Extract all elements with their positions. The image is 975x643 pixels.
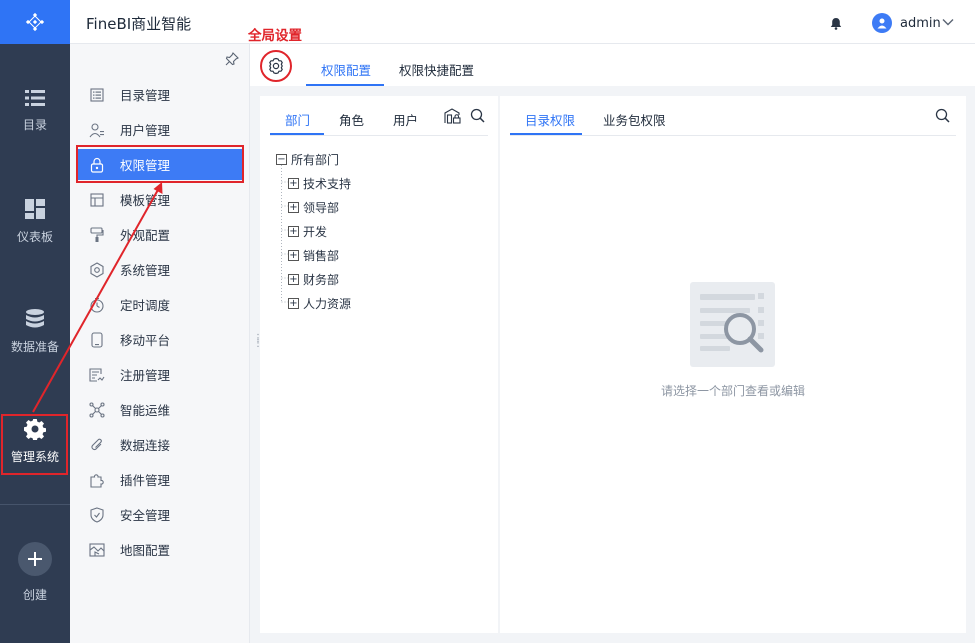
tab-department[interactable]: 部门 (285, 110, 310, 129)
search-icon[interactable] (470, 108, 485, 123)
expand-icon[interactable]: + (288, 250, 299, 261)
resize-handle[interactable]: ⋮⋮ (253, 334, 263, 349)
tab-catalog-permission[interactable]: 目录权限 (525, 110, 575, 129)
tree-node[interactable]: + 销售部 (288, 247, 339, 264)
tree-node-label: 技术支持 (303, 177, 352, 191)
department-panel: 部门 角色 用户 − 所有部门 + 技术支持 + 领导部 + 开发 + 销售部 + 财务部… (260, 96, 498, 633)
tree-node-label: 财务部 (303, 273, 340, 287)
empty-state-icon (690, 282, 775, 367)
empty-state-hint: 请选择一个部门查看或编辑 (660, 384, 805, 398)
tree-node-label: 开发 (303, 225, 328, 239)
divider (510, 135, 956, 136)
expand-icon[interactable]: + (288, 274, 299, 285)
tree-node[interactable]: + 财务部 (288, 271, 339, 288)
tab-permission-quick-config[interactable]: 权限快捷配置 (399, 60, 474, 79)
tree-node-label: 所有部门 (291, 153, 340, 167)
tree-node[interactable]: + 领导部 (288, 199, 339, 216)
tree-node-label: 销售部 (303, 249, 340, 263)
app-root: 目录 仪表板 数据准备 管理系统 创建 FineBI商业智能 admin 全局设… (0, 0, 975, 643)
tab-permission-config[interactable]: 权限配置 (321, 60, 371, 79)
permission-panel: 目录权限 业务包权限 请选择一个部门查看或编辑 (500, 96, 966, 633)
tree-node[interactable]: + 开发 (288, 223, 327, 240)
main-tabbar: 权限配置 权限快捷配置 (250, 44, 975, 86)
expand-icon[interactable]: + (288, 202, 299, 213)
expand-icon[interactable]: + (288, 298, 299, 309)
lock-org-icon[interactable] (444, 108, 461, 124)
divider (270, 135, 488, 136)
tab-package-permission[interactable]: 业务包权限 (603, 110, 666, 129)
tree-node[interactable]: + 人力资源 (288, 295, 351, 312)
tab-role[interactable]: 角色 (339, 110, 364, 129)
tab-user[interactable]: 用户 (393, 110, 418, 129)
expand-icon[interactable]: + (288, 226, 299, 237)
tree-node-label: 人力资源 (303, 297, 352, 311)
expand-icon[interactable]: + (288, 178, 299, 189)
collapse-icon[interactable]: − (276, 154, 287, 165)
active-tab-indicator (306, 84, 384, 86)
search-icon[interactable] (935, 108, 950, 123)
global-settings-icon[interactable] (266, 56, 286, 76)
tree-node-label: 领导部 (303, 201, 340, 215)
tree-node[interactable]: + 技术支持 (288, 175, 351, 192)
